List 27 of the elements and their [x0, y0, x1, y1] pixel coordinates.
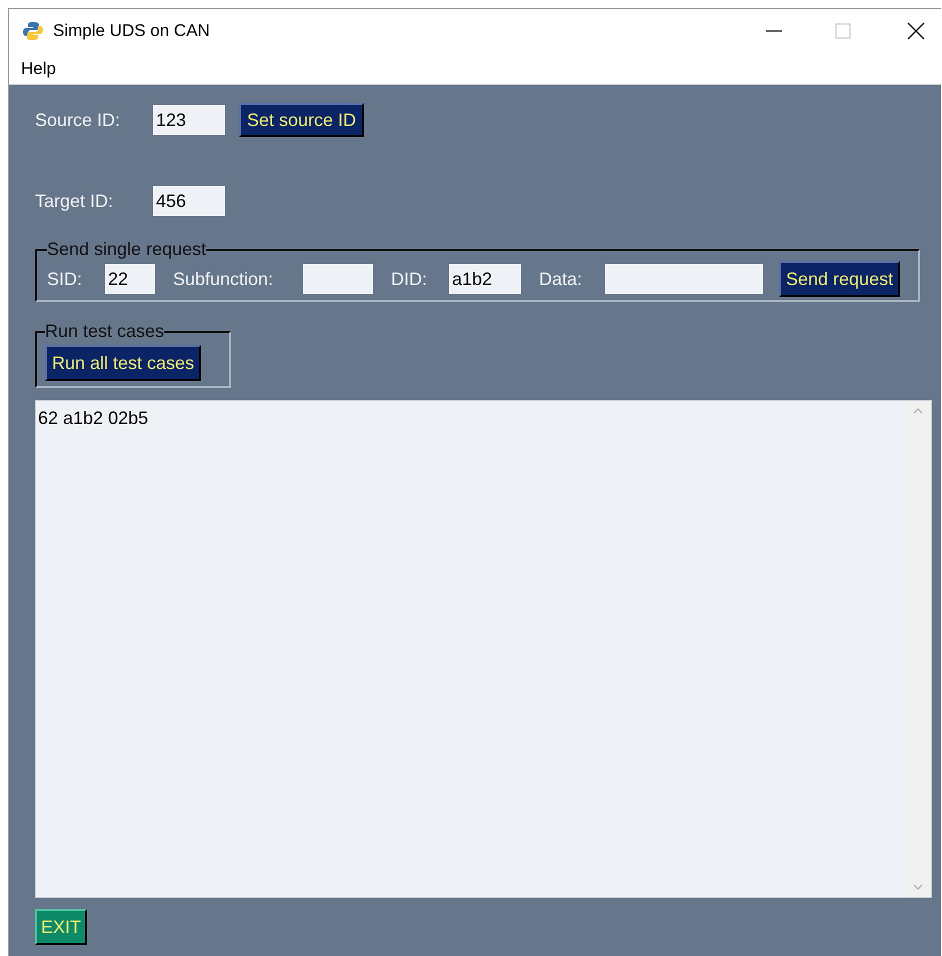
- field-label: Data:: [539, 268, 584, 290]
- input-field[interactable]: 22: [105, 264, 155, 294]
- output-text: 62 a1b2 02b5: [37, 407, 150, 430]
- set-source-button[interactable]: Set source ID: [239, 103, 364, 137]
- send-request-button[interactable]: Send request: [779, 261, 900, 297]
- group-title: Run test cases: [45, 320, 164, 343]
- close-icon[interactable]: [907, 22, 925, 40]
- scroll-up-icon[interactable]: [913, 407, 923, 415]
- output-area[interactable]: 62 a1b2 02b5: [35, 400, 932, 898]
- field-label: Target ID:: [35, 190, 114, 213]
- field-label: DID:: [391, 268, 428, 290]
- run-tests-button[interactable]: Run all test cases: [45, 345, 202, 381]
- scrollbar[interactable]: [905, 401, 931, 897]
- group-title: Send single request: [47, 238, 206, 261]
- scroll-down-icon[interactable]: [913, 883, 923, 891]
- field-label: SID:: [47, 268, 84, 290]
- input-field[interactable]: [303, 264, 373, 294]
- maximize-icon: [835, 23, 851, 39]
- input-field[interactable]: a1b2: [449, 264, 521, 294]
- snake-logo-icon: [23, 21, 43, 41]
- input-field[interactable]: 123: [153, 105, 225, 135]
- field-label: Source ID:: [35, 108, 122, 132]
- input-field[interactable]: [605, 264, 763, 294]
- window-title: Simple UDS on CAN: [53, 20, 210, 42]
- field-label: Subfunction:: [173, 268, 274, 290]
- menu-item[interactable]: Help: [21, 56, 56, 82]
- input-field[interactable]: 456: [153, 186, 225, 216]
